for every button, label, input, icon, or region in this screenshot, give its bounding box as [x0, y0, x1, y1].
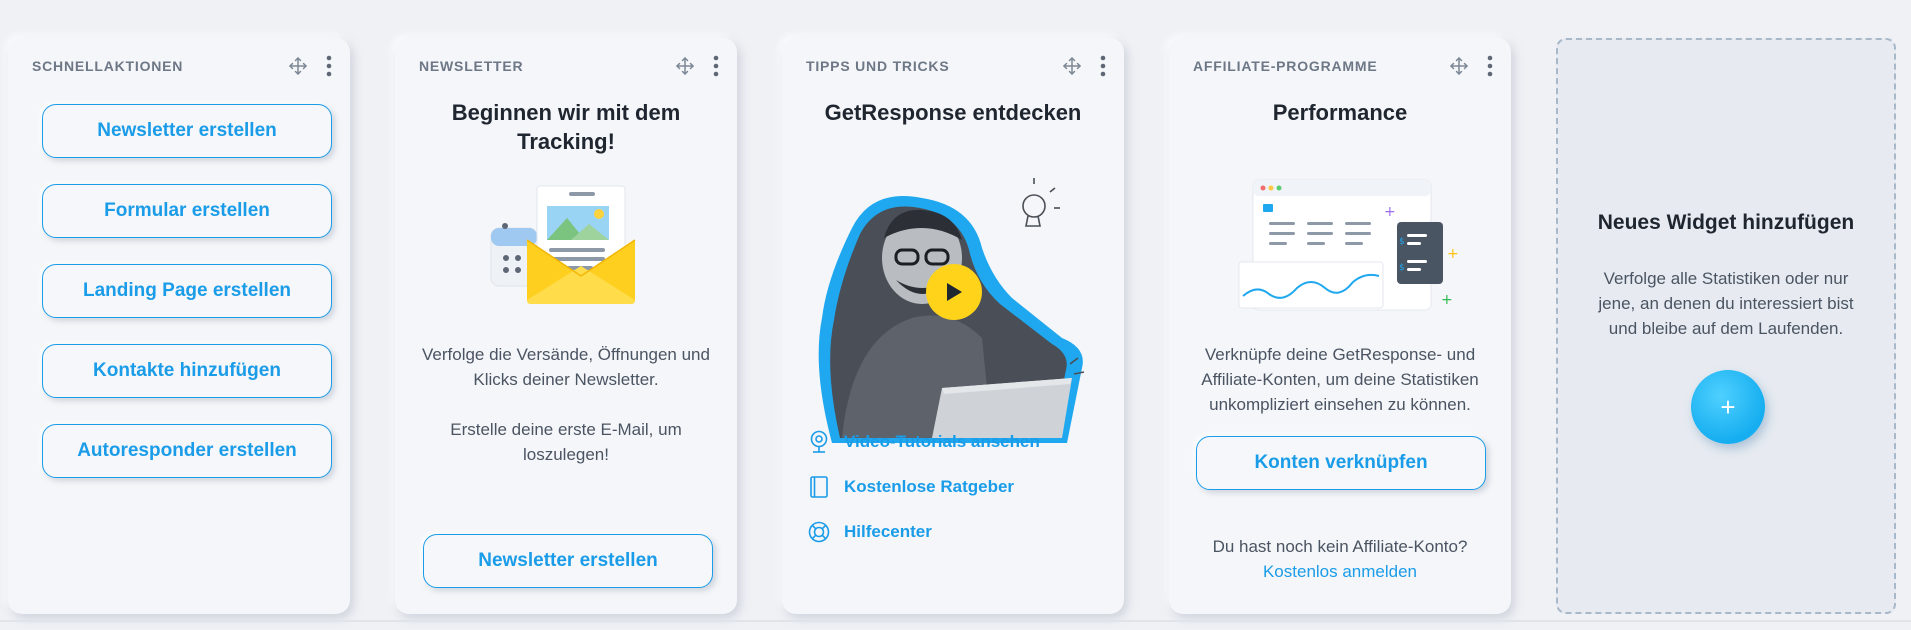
- newsletter-description: Verfolge die Versände, Öffnungen und Kli…: [422, 345, 710, 389]
- webcam-icon: [808, 430, 830, 454]
- newsletter-envelope-illustration: [485, 178, 645, 308]
- newsletter-cta-text: Erstelle deine erste E-Mail, um loszuleg…: [450, 420, 682, 464]
- widget-header: AFFILIATE-PROGRAMME: [1193, 52, 1493, 80]
- add-widget-button[interactable]: +: [1691, 370, 1765, 444]
- widget-title: TIPPS UND TRICKS: [806, 58, 950, 74]
- help-center-link[interactable]: Hilfecenter: [808, 520, 932, 544]
- quick-actions-widget: SCHNELLAKTIONEN Newsletter erstellen For…: [8, 38, 350, 614]
- link-label: Hilfecenter: [844, 522, 932, 541]
- move-icon[interactable]: [288, 56, 308, 76]
- widget-title: NEWSLETTER: [419, 58, 524, 74]
- widget-heading: Beginnen wir mit dem Tracking!: [451, 100, 681, 154]
- widget-title: SCHNELLAKTIONEN: [32, 58, 184, 74]
- widget-header: SCHNELLAKTIONEN: [32, 52, 332, 80]
- create-newsletter-button[interactable]: Newsletter erstellen: [423, 534, 713, 588]
- dashboard-canvas: SCHNELLAKTIONEN Newsletter erstellen For…: [0, 0, 1911, 630]
- svg-text:+: +: [1447, 246, 1459, 262]
- dashboard-illustration: $ $ + + +: [1229, 176, 1459, 326]
- divider: [0, 620, 1911, 622]
- video-tutorials-link[interactable]: Video-Tutorials ansehen: [808, 430, 1040, 454]
- affiliate-signup-wrapper: Kostenlos anmelden: [1191, 559, 1489, 584]
- widget-title: AFFILIATE-PROGRAMME: [1193, 58, 1378, 74]
- create-autoresponder-button[interactable]: Autoresponder erstellen: [42, 424, 332, 478]
- play-icon[interactable]: [926, 264, 982, 320]
- video-thumbnail[interactable]: [812, 168, 1092, 443]
- connect-accounts-button[interactable]: Konten verknüpfen: [1196, 436, 1486, 490]
- more-options-icon[interactable]: [326, 55, 332, 77]
- widget-heading: GetResponse entdecken: [824, 100, 1082, 125]
- lifebuoy-icon: [808, 520, 830, 544]
- add-widget-card: Neues Widget hinzufügen Verfolge alle St…: [1556, 38, 1896, 614]
- add-contacts-button[interactable]: Kontakte hinzufügen: [42, 344, 332, 398]
- move-icon[interactable]: [1449, 56, 1469, 76]
- create-form-button[interactable]: Formular erstellen: [42, 184, 332, 238]
- tips-and-tricks-widget: TIPPS UND TRICKS GetResponse entdecken V…: [782, 38, 1124, 614]
- affiliate-programs-widget: AFFILIATE-PROGRAMME Performance $ $ + + …: [1169, 38, 1511, 614]
- svg-text:+: +: [1384, 204, 1396, 220]
- book-icon: [808, 475, 830, 499]
- create-landing-page-button[interactable]: Landing Page erstellen: [42, 264, 332, 318]
- add-widget-description: Verfolge alle Statistiken oder nur jene,…: [1598, 269, 1854, 338]
- free-signup-link[interactable]: Kostenlos anmelden: [1263, 562, 1417, 581]
- widget-header: TIPPS UND TRICKS: [806, 52, 1106, 80]
- more-options-icon[interactable]: [713, 55, 719, 77]
- svg-text:+: +: [1441, 292, 1453, 308]
- link-label: Kostenlose Ratgeber: [844, 477, 1015, 496]
- affiliate-description: Verknüpfe deine GetResponse- und Affilia…: [1201, 345, 1479, 414]
- newsletter-widget: NEWSLETTER Beginnen wir mit dem Tracking…: [395, 38, 737, 614]
- affiliate-question: Du hast noch kein Affiliate-Konto?: [1212, 537, 1468, 556]
- move-icon[interactable]: [1062, 56, 1082, 76]
- link-label: Video-Tutorials ansehen: [844, 432, 1040, 451]
- add-widget-heading: Neues Widget hinzufügen: [1597, 211, 1855, 234]
- move-icon[interactable]: [675, 56, 695, 76]
- more-options-icon[interactable]: [1487, 55, 1493, 77]
- widget-header: NEWSLETTER: [419, 52, 719, 80]
- widget-heading: Performance: [1272, 100, 1408, 125]
- free-guides-link[interactable]: Kostenlose Ratgeber: [808, 475, 1014, 499]
- svg-text:$: $: [1399, 263, 1405, 273]
- svg-text:$: $: [1399, 237, 1405, 247]
- more-options-icon[interactable]: [1100, 55, 1106, 77]
- create-newsletter-button[interactable]: Newsletter erstellen: [42, 104, 332, 158]
